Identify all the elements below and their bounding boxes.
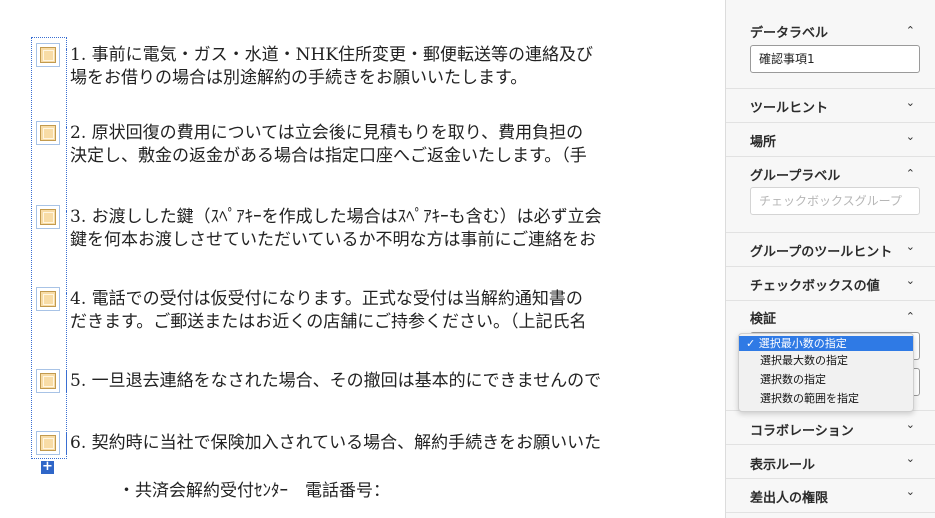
location-title: 場所: [750, 135, 777, 150]
item-line: 5. 一旦退去連絡をなされた場合、その撤回は基本的にできませんので: [70, 371, 602, 391]
checkbox-6[interactable]: [36, 431, 60, 455]
chevron-down-icon[interactable]: ⌄: [906, 418, 915, 431]
tooltip-title: ツールヒント: [750, 101, 829, 116]
validation-title: 検証: [750, 312, 777, 327]
item-line: 2. 原状回復の費用については立会後に見積もりを取り、費用負担の: [70, 123, 584, 143]
checkbox-5[interactable]: [36, 369, 60, 393]
data-label-input[interactable]: 確認事項1: [750, 45, 920, 73]
section-group-label: グループラベル ⌃ チェックボックスグループ: [726, 156, 935, 233]
item-line: 1. 事前に電気・ガス・水道・NHK住所変更・郵便転送等の連絡及び: [70, 45, 594, 65]
item-line: 決定し、敷金の返金がある場合は指定口座へご返金いたします。（手: [70, 146, 587, 166]
item-line: 場をお借りの場合は別途解約の手続きをお願いいたします。: [70, 68, 528, 88]
dropdown-option[interactable]: 選択数の範囲を指定: [739, 391, 913, 406]
sender-permissions-title: 差出人の権限: [750, 491, 829, 506]
section-group-tooltip[interactable]: グループのツールヒント ⌄: [726, 232, 935, 267]
chevron-down-icon[interactable]: ⌄: [906, 274, 915, 287]
item-line: だきます。ご郵送またはお近くの店舗にご持参ください。（上記氏名: [70, 312, 587, 332]
list-item: 6. 契約時に当社で保険加入されている場合、解約手続きをお願いいた: [70, 432, 601, 455]
checkbox-4[interactable]: [36, 287, 60, 311]
section-checkbox-value[interactable]: チェックボックスの値 ⌄: [726, 266, 935, 301]
section-tooltip[interactable]: ツールヒント ⌄: [726, 88, 935, 123]
text-guide: [66, 49, 67, 89]
chevron-down-icon[interactable]: ⌄: [906, 485, 915, 498]
data-label-title: データラベル: [750, 26, 829, 41]
checkbox-1[interactable]: [36, 43, 60, 67]
section-location[interactable]: 場所 ⌄: [726, 122, 935, 157]
section-sender-permissions[interactable]: 差出人の権限 ⌄: [726, 478, 935, 513]
list-item: 1. 事前に電気・ガス・水道・NHK住所変更・郵便転送等の連絡及び 場をお借りの…: [70, 44, 593, 90]
document-canvas: 1. 事前に電気・ガス・水道・NHK住所変更・郵便転送等の連絡及び 場をお借りの…: [0, 0, 722, 518]
chevron-down-icon[interactable]: ⌄: [906, 240, 915, 253]
list-item: 3. お渡しした鍵（ｽﾍﾟｱｷｰを作成した場合はｽﾍﾟｱｷｰも含む）は必ず立会 …: [70, 206, 602, 252]
section-collaboration[interactable]: コラボレーション ⌄: [726, 410, 935, 445]
text-guide: [66, 293, 67, 333]
checkbox-3[interactable]: [36, 205, 60, 229]
footer-line: ・共済会解約受付ｾﾝﾀｰ 電話番号：: [118, 481, 390, 501]
checkbox-group-outline[interactable]: [31, 37, 67, 459]
display-rules-title: 表示ルール: [750, 458, 816, 473]
chevron-up-icon[interactable]: ⌃: [906, 310, 915, 323]
dropdown-option[interactable]: 選択数の指定: [739, 372, 913, 387]
chevron-down-icon[interactable]: ⌄: [906, 96, 915, 109]
properties-panel: データラベル ⌃ 確認事項1 ツールヒント ⌄ 場所 ⌄ グループラベル ⌃ チ…: [725, 0, 935, 518]
group-label-title: グループラベル: [750, 169, 841, 184]
dropdown-option-selected[interactable]: ✓ 選択最小数の指定: [739, 336, 913, 351]
group-tooltip-title: グループのツールヒント: [750, 245, 893, 260]
chevron-up-icon[interactable]: ⌃: [906, 24, 915, 37]
text-guide: [66, 370, 67, 392]
section-display-rules[interactable]: 表示ルール ⌄: [726, 444, 935, 479]
group-label-input[interactable]: チェックボックスグループ: [750, 187, 920, 215]
validation-dropdown-menu[interactable]: ✓ 選択最小数の指定 選択最大数の指定 選択数の指定 選択数の範囲を指定: [738, 333, 914, 412]
checkbox-2[interactable]: [36, 121, 60, 145]
text-guide: [66, 432, 67, 454]
list-item: 5. 一旦退去連絡をなされた場合、その撤回は基本的にできませんので: [70, 370, 601, 393]
checkbox-value-title: チェックボックスの値: [750, 279, 880, 294]
item-line: 3. お渡しした鍵（ｽﾍﾟｱｷｰを作成した場合はｽﾍﾟｱｷｰも含む）は必ず立会: [70, 207, 602, 227]
list-item: 4. 電話での受付は仮受付になります。正式な受付は当解約通知書の だきます。ご郵…: [70, 288, 586, 334]
text-guide: [66, 127, 67, 167]
text-guide: [66, 211, 67, 251]
collaboration-title: コラボレーション: [750, 424, 854, 439]
list-item: 2. 原状回復の費用については立会後に見積もりを取り、費用負担の 決定し、敷金の…: [70, 122, 587, 168]
item-line: 6. 契約時に当社で保険加入されている場合、解約手続きをお願いいた: [70, 433, 602, 453]
add-checkbox-button[interactable]: +: [41, 460, 54, 474]
item-line: 4. 電話での受付は仮受付になります。正式な受付は当解約通知書の: [70, 289, 583, 309]
chevron-up-icon[interactable]: ⌃: [906, 167, 915, 180]
item-line: 鍵を何本お渡しさせていただいているか不明な方は事前にご連絡をお: [70, 230, 597, 250]
section-data-label: データラベル ⌃ 確認事項1: [726, 0, 935, 89]
chevron-down-icon[interactable]: ⌄: [906, 130, 915, 143]
chevron-down-icon[interactable]: ⌄: [906, 452, 915, 465]
dropdown-option[interactable]: 選択最大数の指定: [739, 353, 913, 368]
checkmark-icon: ✓: [746, 337, 756, 350]
